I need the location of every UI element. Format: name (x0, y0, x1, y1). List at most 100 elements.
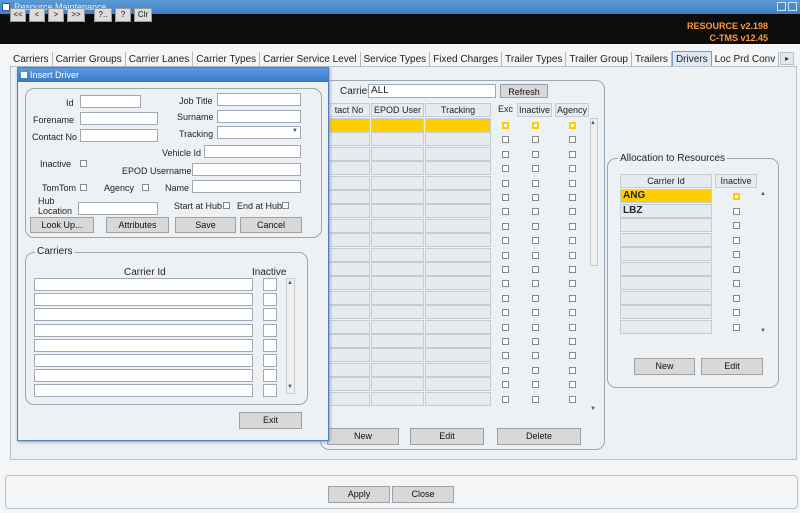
carrier-filter-input[interactable]: ALL (368, 84, 496, 98)
inactive-checkbox[interactable] (532, 352, 539, 360)
edit-driver-button[interactable]: Edit (410, 428, 484, 445)
carrier-row-input[interactable] (34, 323, 253, 337)
grid-cell[interactable] (425, 132, 491, 147)
prev-record-button[interactable]: < (29, 8, 45, 22)
tab-trailer-group[interactable]: Trailer Group (566, 52, 632, 67)
inactive-checkbox[interactable] (80, 160, 87, 167)
agency-checkbox[interactable] (569, 251, 576, 259)
inactive-checkbox[interactable] (532, 309, 539, 317)
agency-checkbox[interactable] (569, 179, 576, 187)
exc-checkbox[interactable] (502, 208, 509, 216)
exit-button[interactable]: Exit (239, 412, 302, 429)
tab-service-types[interactable]: Service Types (361, 52, 431, 67)
hub-location-input[interactable] (78, 202, 158, 215)
inactive-checkbox[interactable] (532, 280, 539, 288)
grid-cell[interactable] (425, 146, 491, 161)
carrier-inactive-cell[interactable] (263, 354, 277, 367)
grid-cell[interactable] (328, 161, 370, 176)
alloc-inactive-checkbox[interactable] (733, 265, 740, 273)
grid-cell[interactable] (328, 391, 370, 406)
grid-cell[interactable] (328, 118, 370, 132)
grid-cell[interactable] (425, 175, 491, 190)
grid-cell[interactable] (425, 276, 491, 291)
carrier-grid-scrollbar[interactable] (286, 278, 295, 394)
inactive-checkbox[interactable] (532, 165, 539, 173)
inactive-checkbox[interactable] (532, 381, 539, 389)
grid-cell[interactable] (425, 204, 491, 219)
apply-button[interactable]: Apply (328, 486, 390, 503)
contact-no-input[interactable] (80, 129, 158, 142)
alloc-new-button[interactable]: New (634, 358, 695, 375)
exc-checkbox[interactable] (502, 323, 509, 331)
agency-checkbox[interactable] (569, 194, 576, 201)
agency-checkbox[interactable] (569, 222, 576, 230)
agency-checkbox[interactable] (142, 184, 149, 191)
alloc-carrier-cell[interactable] (620, 305, 712, 319)
exc-checkbox[interactable] (502, 150, 509, 158)
alloc-inactive-checkbox[interactable] (733, 222, 740, 229)
grid-cell[interactable] (328, 132, 370, 147)
next-record-button[interactable]: > (48, 8, 64, 22)
exc-checkbox[interactable] (502, 381, 509, 389)
alloc-scroll-down-icon[interactable]: ▼ (760, 328, 766, 334)
carrier-inactive-cell[interactable] (263, 323, 277, 337)
alloc-inactive-checkbox[interactable] (733, 251, 740, 258)
alloc-inactive-checkbox[interactable] (733, 236, 740, 244)
inactive-checkbox[interactable] (532, 266, 539, 273)
alloc-inactive-checkbox[interactable] (733, 193, 740, 200)
close-button[interactable]: Close (392, 486, 454, 503)
carrier-row-input[interactable] (34, 338, 253, 352)
inactive-checkbox[interactable] (532, 251, 539, 259)
alloc-carrier-cell[interactable]: LBZ (620, 203, 712, 218)
inactive-checkbox[interactable] (532, 338, 539, 345)
grid-cell[interactable] (328, 146, 370, 161)
attributes-button[interactable]: Attributes (106, 217, 169, 233)
carrier-inactive-cell[interactable] (263, 384, 277, 398)
carrier-inactive-cell[interactable] (263, 338, 277, 352)
grid-cell[interactable] (328, 204, 370, 219)
grid-cell[interactable] (371, 276, 424, 291)
grid-cell[interactable] (425, 118, 491, 132)
agency-checkbox[interactable] (569, 294, 576, 302)
grid-cell[interactable] (371, 204, 424, 219)
grid-cell[interactable] (425, 334, 491, 348)
carrier-row-input[interactable] (34, 278, 253, 291)
carrier-row-input[interactable] (34, 308, 253, 322)
exc-checkbox[interactable] (502, 352, 509, 360)
grid-cell[interactable] (371, 377, 424, 392)
agency-checkbox[interactable] (569, 366, 576, 374)
query-button[interactable]: ? (115, 8, 131, 22)
alloc-carrier-cell[interactable] (620, 276, 712, 290)
exc-checkbox[interactable] (502, 280, 509, 288)
carrier-row-input[interactable] (34, 354, 253, 367)
carrier-inactive-cell[interactable] (263, 308, 277, 322)
grid-cell[interactable] (328, 233, 370, 248)
inactive-checkbox[interactable] (532, 194, 539, 201)
alloc-inactive-checkbox[interactable] (733, 207, 740, 215)
grid-cell[interactable] (425, 290, 491, 305)
exc-checkbox[interactable] (502, 122, 509, 129)
alloc-carrier-cell[interactable] (620, 218, 712, 232)
grid-cell[interactable] (328, 362, 370, 377)
grid-cell[interactable] (371, 247, 424, 262)
grid-cell[interactable] (425, 319, 491, 334)
agency-checkbox[interactable] (569, 280, 576, 288)
exc-checkbox[interactable] (502, 366, 509, 374)
grid-cell[interactable] (425, 377, 491, 392)
grid-cell[interactable] (425, 218, 491, 233)
minimize-button[interactable] (777, 2, 786, 11)
agency-checkbox[interactable] (569, 122, 576, 129)
first-record-button[interactable]: << (10, 8, 26, 22)
chevron-down-icon[interactable]: ▼ (292, 128, 298, 134)
carrier-row-input[interactable] (34, 293, 253, 307)
grid-cell[interactable] (371, 233, 424, 248)
save-button[interactable]: Save (175, 217, 236, 233)
grid-cell[interactable] (371, 175, 424, 190)
grid-cell[interactable] (371, 319, 424, 334)
exc-checkbox[interactable] (502, 309, 509, 317)
inactive-checkbox[interactable] (532, 179, 539, 187)
grid-cell[interactable] (371, 132, 424, 147)
forename-input[interactable] (80, 112, 158, 125)
exc-checkbox[interactable] (502, 222, 509, 230)
alloc-carrier-cell[interactable] (620, 232, 712, 247)
